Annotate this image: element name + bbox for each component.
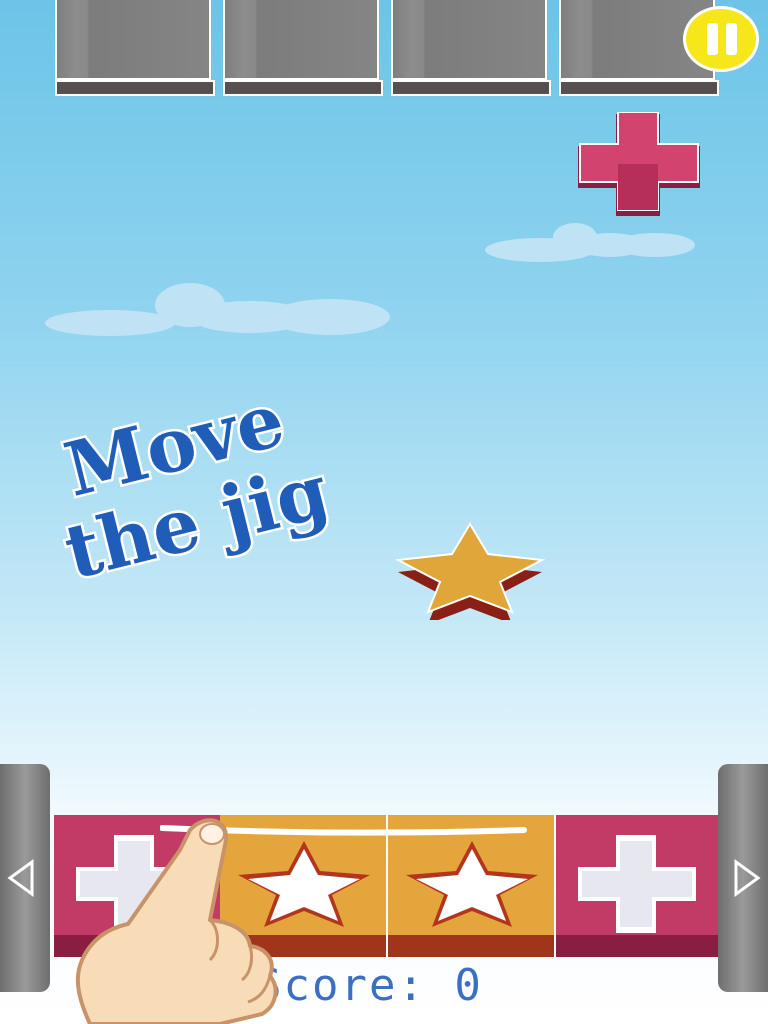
left-arrow-button[interactable] — [0, 764, 50, 992]
right-arrow-icon — [734, 859, 761, 897]
left-arrow-icon — [7, 859, 34, 897]
top-slot-3 — [391, 0, 551, 96]
score-label: Score: 0 — [255, 960, 483, 1011]
right-arrow-button[interactable] — [718, 764, 768, 992]
cloud-right — [485, 223, 695, 262]
pause-button[interactable] — [683, 6, 759, 72]
top-slot-2 — [223, 0, 383, 96]
falling-star-piece[interactable] — [396, 520, 546, 620]
cloud-left — [45, 283, 390, 336]
hint-text: Move the jig — [54, 374, 339, 580]
tray-tile-cross-2[interactable] — [556, 815, 722, 957]
falling-cross-piece[interactable] — [576, 112, 704, 218]
hand-pointer-icon — [75, 818, 278, 1024]
top-slot-1 — [55, 0, 215, 96]
